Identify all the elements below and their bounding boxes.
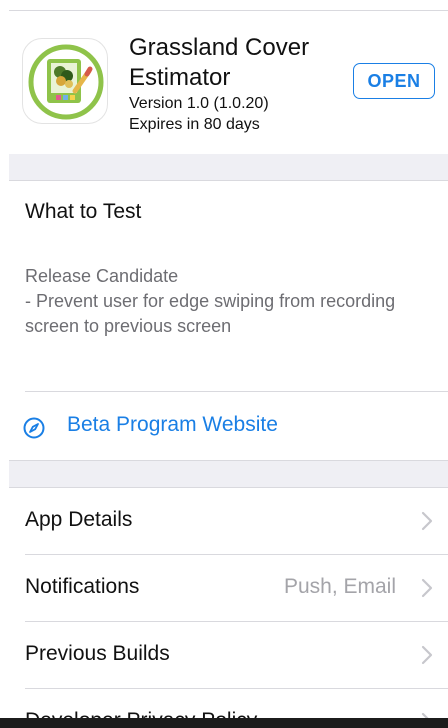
app-expiry: Expires in 80 days bbox=[129, 116, 260, 133]
open-button[interactable]: OPEN bbox=[353, 63, 435, 99]
row-label: App Details bbox=[25, 508, 133, 531]
left-edge bbox=[0, 0, 9, 728]
section-separator bbox=[0, 461, 448, 487]
app-version: Version 1.0 (1.0.20) bbox=[129, 95, 269, 112]
beta-program-label: Beta Program Website bbox=[67, 413, 278, 436]
what-to-test-heading: What to Test bbox=[25, 200, 142, 223]
section-separator bbox=[0, 154, 448, 180]
grassland-app-icon[interactable] bbox=[22, 38, 108, 124]
row-app-details[interactable]: App Details bbox=[0, 488, 448, 555]
chevron-right-icon bbox=[421, 645, 433, 665]
divider bbox=[0, 180, 448, 181]
bottom-edge bbox=[0, 718, 448, 728]
row-notifications[interactable]: Notifications Push, Email bbox=[0, 555, 448, 622]
testflight-app-screen: Grassland Cover Estimator Version 1.0 (1… bbox=[0, 0, 448, 728]
top-strip bbox=[0, 0, 448, 11]
app-title: Grassland Cover Estimator bbox=[129, 34, 310, 91]
notifications-value: Push, Email bbox=[283, 575, 396, 598]
app-header: Grassland Cover Estimator Version 1.0 (1… bbox=[0, 11, 448, 154]
beta-program-website-link[interactable]: Beta Program Website bbox=[0, 392, 448, 460]
row-label: Notifications bbox=[25, 575, 140, 598]
release-notes: Release Candidate - Prevent user for edg… bbox=[25, 266, 396, 336]
chevron-right-icon bbox=[421, 578, 433, 598]
row-previous-builds[interactable]: Previous Builds bbox=[0, 622, 448, 689]
compass-icon bbox=[23, 417, 45, 439]
chevron-right-icon bbox=[421, 511, 433, 531]
row-label: Previous Builds bbox=[25, 642, 170, 665]
